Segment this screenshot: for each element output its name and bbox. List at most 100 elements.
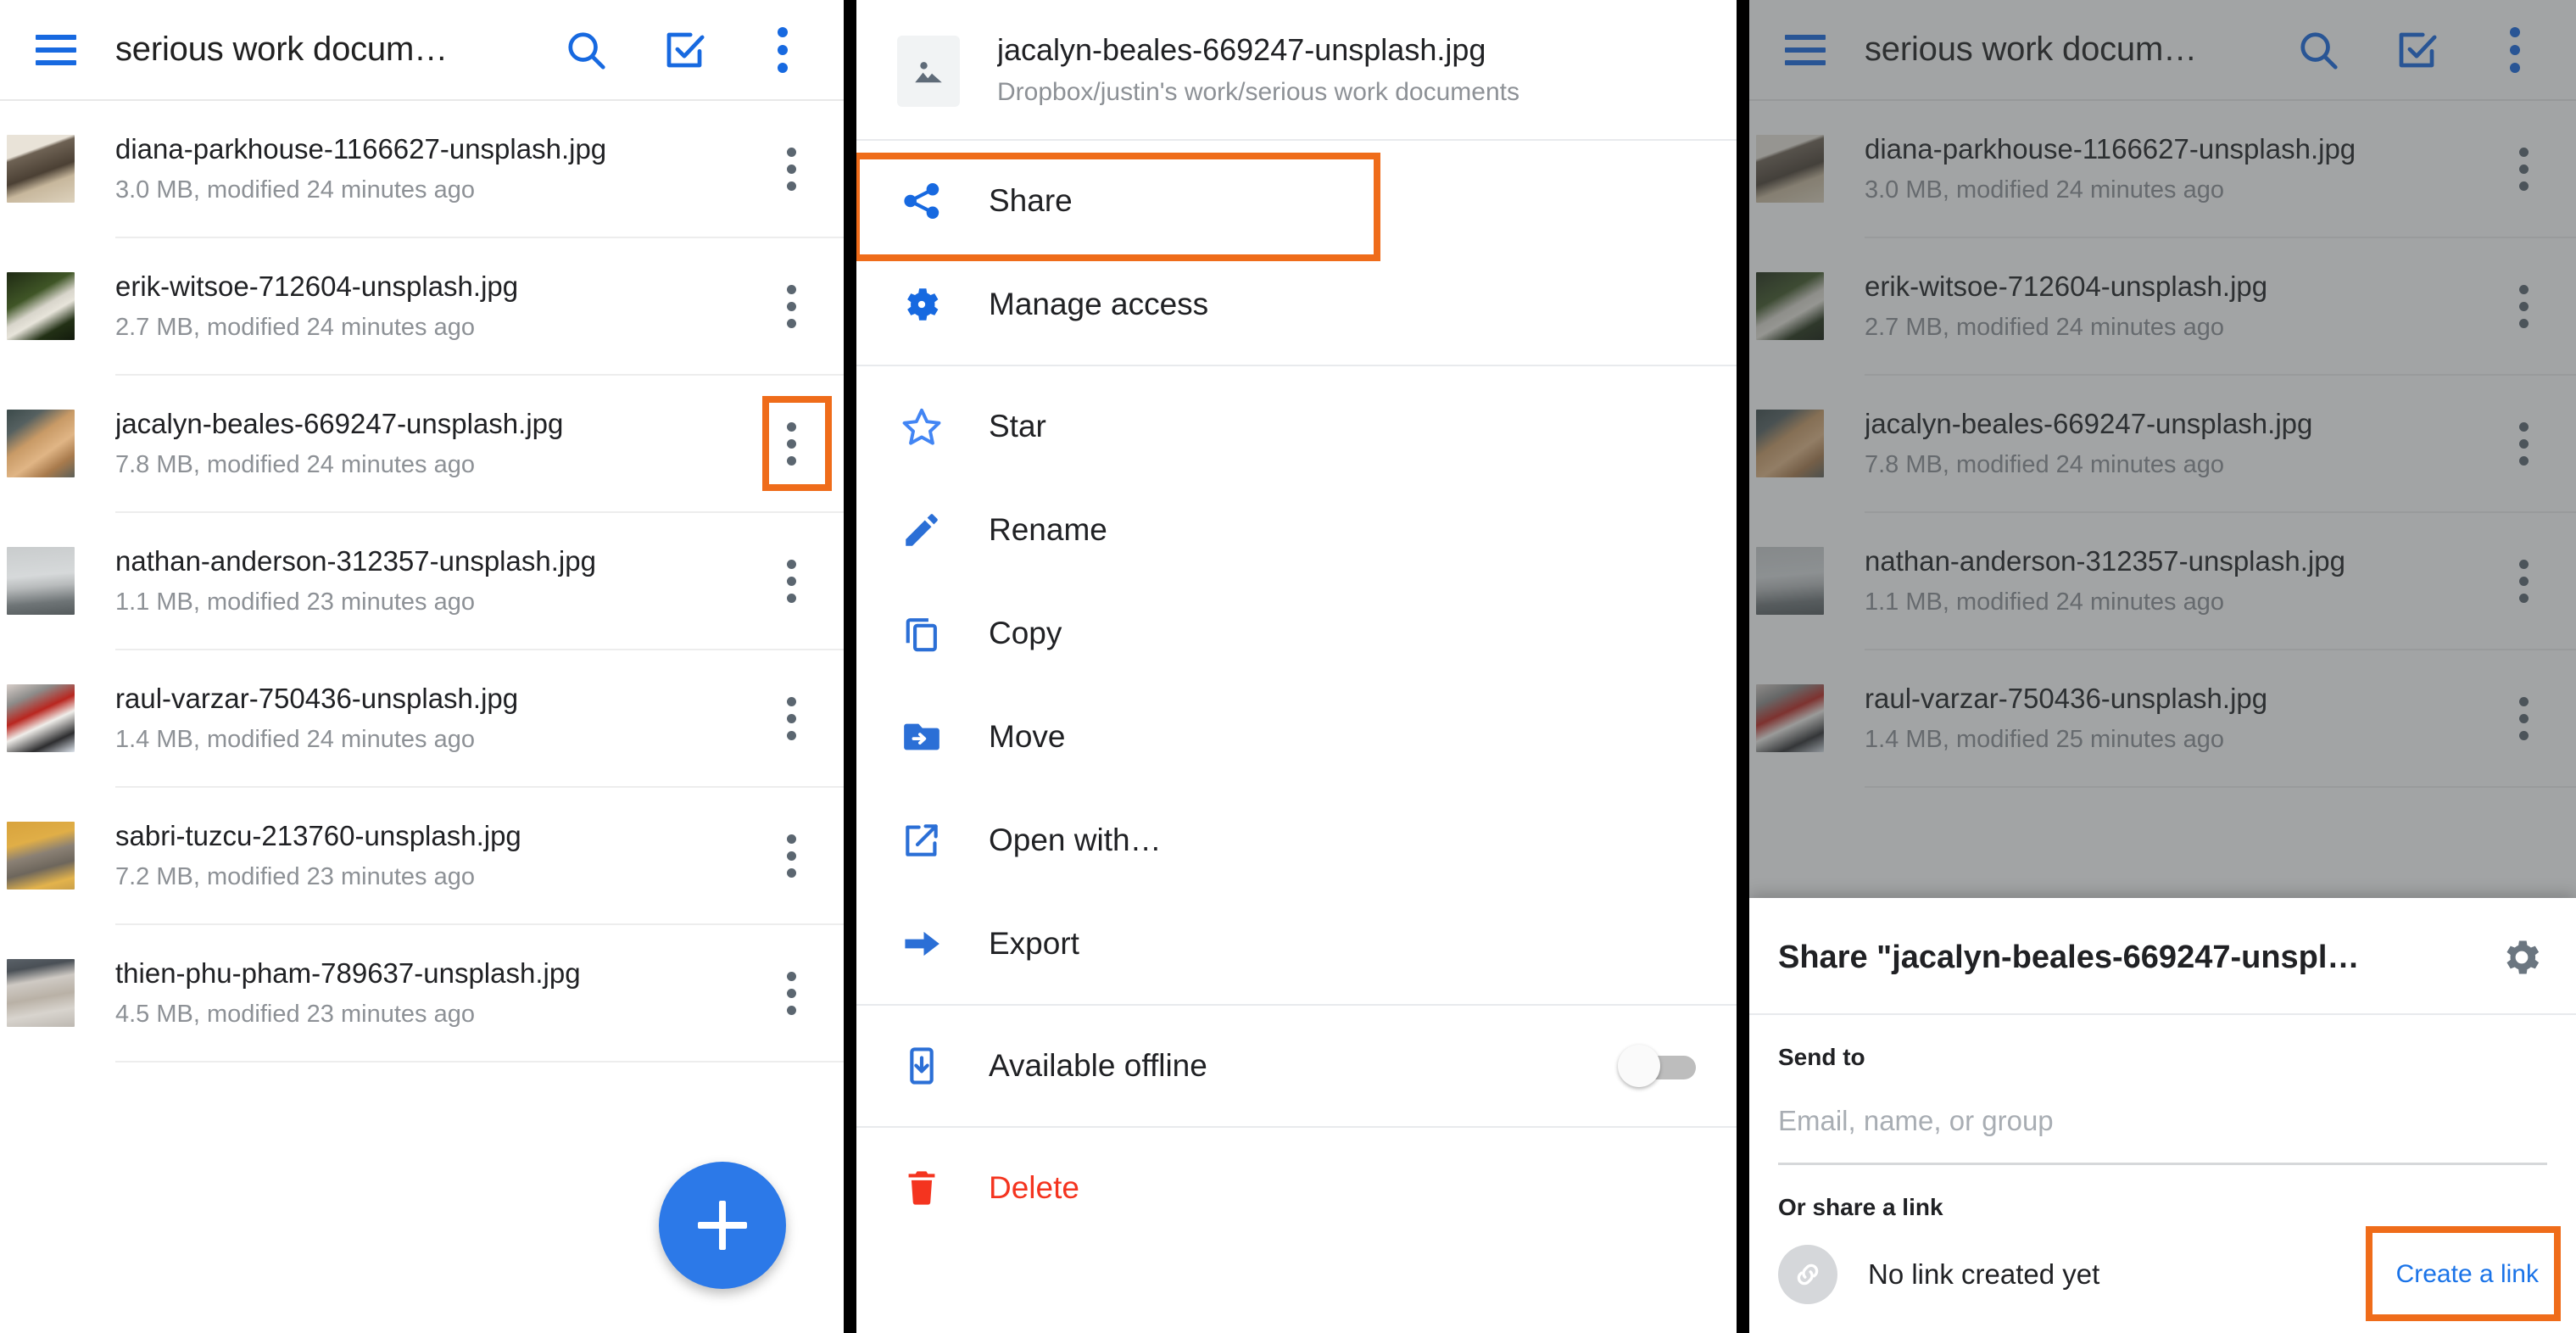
file-overflow-menu-icon[interactable] (786, 696, 796, 740)
action-sheet-file-name: jacalyn-beales-669247-unsplash.jpg (997, 32, 1486, 67)
file-subtitle: 1.4 MB, modified 24 minutes ago (115, 725, 475, 753)
file-meta: diana-parkhouse-1166627-unsplash.jpg 3.0 … (1865, 133, 2518, 204)
menu-item-copy-label: Copy (989, 616, 1062, 650)
app-bar-actions (555, 20, 813, 81)
file-meta: raul-varzar-750436-unsplash.jpg 1.4 MB, m… (1865, 683, 2518, 754)
file-overflow-menu-icon[interactable] (786, 834, 796, 878)
search-icon[interactable] (555, 20, 616, 81)
file-overflow-menu-icon[interactable] (2518, 559, 2529, 603)
star-icon (897, 402, 946, 451)
file-row[interactable]: jacalyn-beales-669247-unsplash.jpg 7.8 MB… (0, 376, 844, 511)
file-name: erik-witsoe-712604-unsplash.jpg (1865, 270, 2268, 302)
menu-item-copy[interactable]: Copy (856, 582, 1737, 685)
panel-divider-2 (1737, 0, 1749, 1333)
file-row[interactable]: raul-varzar-750436-unsplash.jpg 1.4 MB, m… (0, 650, 844, 786)
move-folder-icon (897, 712, 946, 761)
file-row[interactable]: diana-parkhouse-1166627-unsplash.jpg 3.0 … (1749, 101, 2576, 237)
menu-item-manage-access-label: Manage access (989, 287, 1209, 321)
gear-icon[interactable] (2496, 932, 2547, 983)
file-row[interactable]: jacalyn-beales-669247-unsplash.jpg 7.8 MB… (1749, 376, 2576, 511)
menu-item-star[interactable]: Star (856, 375, 1737, 478)
file-thumbnail (7, 410, 75, 477)
checkbox-select-icon[interactable] (654, 20, 715, 81)
available-offline-toggle[interactable] (1618, 1045, 1696, 1087)
create-a-link-button[interactable]: Create a link (2396, 1260, 2539, 1289)
menu-item-open-with[interactable]: Open with… (856, 789, 1737, 892)
menu-item-available-offline-label: Available offline (989, 1048, 1207, 1083)
recipient-input-underline (1778, 1163, 2547, 1165)
menu-item-share-label: Share (989, 183, 1073, 218)
file-meta: nathan-anderson-312357-unsplash.jpg 1.1 M… (115, 545, 786, 616)
file-overflow-menu-icon[interactable] (786, 284, 796, 328)
file-overflow-menu-icon[interactable] (786, 559, 796, 603)
file-list-dimmed: diana-parkhouse-1166627-unsplash.jpg 3.0 … (1749, 101, 2576, 788)
file-row[interactable]: erik-witsoe-712604-unsplash.jpg 2.7 MB, m… (0, 238, 844, 374)
file-meta: jacalyn-beales-669247-unsplash.jpg 7.8 MB… (115, 408, 786, 479)
menu-group-sharing: Share Manage access (856, 141, 1737, 365)
link-status-text: No link created yet (1868, 1258, 2100, 1290)
file-overflow-menu-icon[interactable] (786, 971, 796, 1015)
file-thumbnail (7, 959, 75, 1027)
add-file-fab[interactable] (659, 1162, 786, 1289)
menu-item-available-offline[interactable]: Available offline (856, 1014, 1737, 1118)
menu-item-move[interactable]: Move (856, 685, 1737, 789)
recipient-input[interactable] (1778, 1071, 2547, 1163)
file-overflow-menu-icon[interactable] (2518, 696, 2529, 740)
file-thumbnail (7, 684, 75, 752)
send-to-label: Send to (1778, 1044, 1865, 1070)
menu-item-export[interactable]: Export (856, 892, 1737, 996)
menu-group-offline: Available offline (856, 1006, 1737, 1126)
or-share-a-link-label: Or share a link (1778, 1194, 1943, 1220)
file-list: diana-parkhouse-1166627-unsplash.jpg 3.0 … (0, 101, 844, 1062)
file-name: raul-varzar-750436-unsplash.jpg (115, 682, 519, 714)
file-row[interactable]: erik-witsoe-712604-unsplash.jpg 2.7 MB, m… (1749, 238, 2576, 374)
file-thumbnail (1756, 684, 1824, 752)
file-subtitle: 3.0 MB, modified 24 minutes ago (115, 176, 475, 204)
file-subtitle: 7.2 MB, modified 23 minutes ago (115, 862, 475, 890)
file-overflow-menu-icon[interactable] (786, 421, 796, 466)
menu-item-manage-access[interactable]: Manage access (856, 253, 1737, 356)
file-name: diana-parkhouse-1166627-unsplash.jpg (1865, 132, 2356, 165)
checkbox-select-icon[interactable] (2386, 20, 2447, 81)
file-overflow-menu-icon[interactable] (2518, 147, 2529, 191)
file-overflow-menu-icon[interactable] (2518, 284, 2529, 328)
file-subtitle: 2.7 MB, modified 24 minutes ago (1865, 313, 2224, 341)
file-row[interactable]: diana-parkhouse-1166627-unsplash.jpg 3.0 … (0, 101, 844, 237)
file-row[interactable]: sabri-tuzcu-213760-unsplash.jpg 7.2 MB, m… (0, 788, 844, 923)
overflow-menu-icon[interactable] (2484, 20, 2545, 81)
file-subtitle: 1.1 MB, modified 24 minutes ago (1865, 588, 2224, 616)
file-subtitle: 3.0 MB, modified 24 minutes ago (1865, 176, 2224, 204)
hamburger-icon[interactable] (1775, 20, 1836, 81)
search-icon[interactable] (2288, 20, 2349, 81)
file-overflow-menu-icon[interactable] (2518, 421, 2529, 466)
file-row[interactable]: nathan-anderson-312357-unsplash.jpg 1.1 M… (1749, 513, 2576, 649)
overflow-menu-icon[interactable] (752, 20, 813, 81)
hamburger-icon[interactable] (25, 20, 86, 81)
file-meta: jacalyn-beales-669247-unsplash.jpg 7.8 MB… (1865, 408, 2518, 479)
file-row[interactable]: raul-varzar-750436-unsplash.jpg 1.4 MB, m… (1749, 650, 2576, 786)
menu-item-rename-label: Rename (989, 512, 1107, 547)
file-thumbnail (7, 272, 75, 340)
panel-file-browser: serious work docum… diana-parkhouse-1166… (0, 0, 844, 1333)
menu-item-rename[interactable]: Rename (856, 478, 1737, 582)
copy-icon (897, 609, 946, 658)
file-row[interactable]: nathan-anderson-312357-unsplash.jpg 1.1 M… (0, 513, 844, 649)
file-name: erik-witsoe-712604-unsplash.jpg (115, 270, 519, 302)
file-subtitle: 4.5 MB, modified 23 minutes ago (115, 1000, 475, 1028)
app-bar-dimmed: serious work docum… (1749, 0, 2576, 99)
menu-item-open-with-label: Open with… (989, 823, 1162, 857)
page-title: serious work docum… (1865, 31, 2197, 68)
file-thumbnail (1756, 410, 1824, 477)
trash-icon (897, 1163, 946, 1213)
menu-item-share[interactable]: Share (856, 149, 1737, 253)
file-row[interactable]: thien-phu-pham-789637-unsplash.jpg 4.5 MB… (0, 925, 844, 1061)
share-dialog: Share "jacalyn-beales-669247-unspl… Send… (1749, 898, 2576, 1333)
open-with-icon (897, 816, 946, 865)
toggle-knob (1618, 1045, 1660, 1087)
file-thumbnail (7, 135, 75, 203)
file-overflow-menu-icon[interactable] (786, 147, 796, 191)
file-meta: thien-phu-pham-789637-unsplash.jpg 4.5 MB… (115, 957, 786, 1029)
menu-item-delete[interactable]: Delete (856, 1136, 1737, 1240)
file-name: nathan-anderson-312357-unsplash.jpg (115, 544, 596, 577)
file-name: diana-parkhouse-1166627-unsplash.jpg (115, 132, 607, 165)
